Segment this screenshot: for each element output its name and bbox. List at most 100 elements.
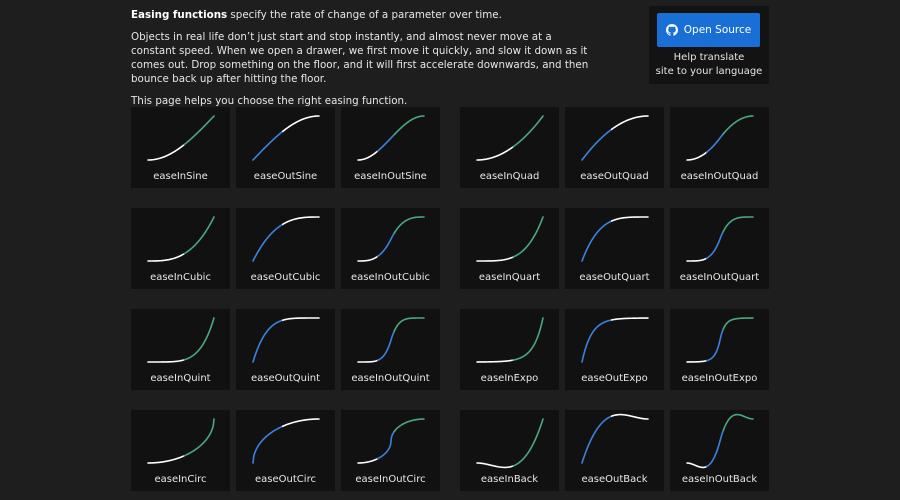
curve-segment-in xyxy=(393,418,425,433)
curve-segment-in xyxy=(183,216,215,255)
curve-segment-out xyxy=(706,328,725,362)
easing-label: easeInOutBack xyxy=(681,474,758,485)
easing-card-easeOutCirc[interactable]: easeOutCirc xyxy=(236,410,335,491)
curve-segment-main xyxy=(147,252,186,262)
easing-label: easeInOutCirc xyxy=(355,474,426,485)
curve-segment-main xyxy=(147,454,186,464)
easing-card-easeInSine[interactable]: easeInSine xyxy=(131,107,230,188)
curve-segment-main xyxy=(281,216,320,226)
curve-segment-main xyxy=(476,359,515,363)
help-translate-line2: site to your language xyxy=(655,66,763,77)
easing-card-easeInOutSine[interactable]: easeInOutSine xyxy=(341,107,440,188)
easing-card-easeInOutQuart[interactable]: easeInOutQuart xyxy=(670,208,769,289)
easing-label: easeOutQuint xyxy=(250,373,321,384)
promo-box: Open Source Help translate site to your … xyxy=(649,6,769,84)
curve-segment-main xyxy=(686,359,708,363)
easing-card-easeOutQuint[interactable]: easeOutQuint xyxy=(236,309,335,390)
curve-segment-out xyxy=(252,223,284,262)
easing-grid-left: easeInSine easeOutSine easeInOutSine easeIn… xyxy=(131,107,440,491)
curve-segment-main xyxy=(281,418,320,428)
easing-card-easeOutExpo[interactable]: easeOutExpo xyxy=(565,309,664,390)
curve-segment-in xyxy=(393,216,425,234)
curve-segment-out xyxy=(252,130,284,161)
curve-segment-in xyxy=(183,317,215,361)
easing-label: easeInCubic xyxy=(150,272,211,283)
easing-label: easeInCirc xyxy=(154,474,207,485)
easing-card-easeInBack[interactable]: easeInBack xyxy=(460,410,559,491)
curve-segment-out xyxy=(377,232,396,258)
curve-segment-in xyxy=(722,317,754,330)
curve-segment-out xyxy=(706,133,725,153)
curve-segment-out xyxy=(377,430,396,460)
curve-segment-in xyxy=(722,115,754,135)
intro-text: Easing functions specify the rate of cha… xyxy=(131,8,591,116)
curve-segment-main xyxy=(281,317,320,322)
easing-card-easeInOutQuad[interactable]: easeInOutQuad xyxy=(670,107,769,188)
curve-segment-out xyxy=(581,319,613,363)
curve-segment-main xyxy=(357,255,379,262)
easing-label: easeInOutQuad xyxy=(680,171,759,182)
curve-segment-out xyxy=(377,133,396,152)
curve-segment-in xyxy=(722,216,754,233)
help-translate-line1: Help translate xyxy=(673,52,745,63)
easing-card-easeOutBack[interactable]: easeOutBack xyxy=(565,410,664,491)
easing-card-easeInCubic[interactable]: easeInCubic xyxy=(131,208,230,289)
curve-segment-in xyxy=(183,115,215,146)
easing-label: easeInSine xyxy=(153,171,208,182)
easing-card-easeInCirc[interactable]: easeInCirc xyxy=(131,410,230,491)
curve-segment-main xyxy=(147,143,186,161)
easing-card-easeOutQuad[interactable]: easeOutQuad xyxy=(565,107,664,188)
curve-segment-out xyxy=(252,319,284,363)
easing-label: easeInQuart xyxy=(478,272,541,283)
easing-card-easeInExpo[interactable]: easeInExpo xyxy=(460,309,559,390)
easing-label: easeInExpo xyxy=(480,373,539,384)
curve-segment-in xyxy=(183,418,215,457)
easing-card-easeInQuart[interactable]: easeInQuart xyxy=(460,208,559,289)
curve-segment-main xyxy=(686,462,708,469)
easing-label: easeOutCirc xyxy=(255,474,316,485)
curve-segment-main xyxy=(476,145,515,161)
easing-label: easeOutSine xyxy=(253,171,318,182)
curve-segment-main xyxy=(281,115,320,133)
easing-card-easeInOutExpo[interactable]: easeInOutExpo xyxy=(670,309,769,390)
easing-label: easeInOutSine xyxy=(354,171,427,182)
open-source-button[interactable]: Open Source xyxy=(657,13,760,47)
curve-segment-main xyxy=(357,457,379,464)
curve-segment-main xyxy=(476,462,515,469)
easing-card-easeInOutQuint[interactable]: easeInOutQuint xyxy=(341,309,440,390)
easing-grid-right: easeInQuad easeOutQuad easeInOutQuad easeIn… xyxy=(460,107,769,491)
curve-segment-out xyxy=(706,429,725,468)
curve-segment-in xyxy=(512,115,544,148)
easing-card-easeInOutBack[interactable]: easeInOutBack xyxy=(670,410,769,491)
easing-label: easeOutCubic xyxy=(250,272,321,283)
curve-segment-in xyxy=(393,115,425,136)
easing-card-easeInQuad[interactable]: easeInQuad xyxy=(460,107,559,188)
curve-segment-main xyxy=(610,317,649,321)
curve-segment-out xyxy=(377,330,396,362)
easing-label: easeOutBack xyxy=(581,474,648,485)
curve-segment-main xyxy=(610,216,649,222)
intro-lead-bold: Easing functions xyxy=(131,9,228,21)
intro-paragraph: Objects in real life don’t just start an… xyxy=(131,31,589,85)
easing-card-easeOutCubic[interactable]: easeOutCubic xyxy=(236,208,335,289)
curve-segment-out xyxy=(581,128,613,161)
intro-lead-rest: specify the rate of change of a paramete… xyxy=(227,9,502,21)
curve-segment-out xyxy=(252,425,284,464)
curve-segment-in xyxy=(512,418,544,467)
easing-label: easeOutQuart xyxy=(579,272,650,283)
easing-card-easeInOutCubic[interactable]: easeInOutCubic xyxy=(341,208,440,289)
page: Easing functions specify the rate of cha… xyxy=(0,0,900,500)
easing-label: easeOutExpo xyxy=(581,373,648,384)
easing-card-easeOutSine[interactable]: easeOutSine xyxy=(236,107,335,188)
curve-segment-main xyxy=(476,256,515,262)
easing-card-easeInQuint[interactable]: easeInQuint xyxy=(131,309,230,390)
curve-segment-out xyxy=(581,415,613,464)
curve-segment-main xyxy=(610,115,649,131)
easing-card-easeOutQuart[interactable]: easeOutQuart xyxy=(565,208,664,289)
curve-segment-in xyxy=(722,413,754,432)
help-translate-link[interactable]: Help translate site to your language xyxy=(649,51,769,79)
curve-segment-in xyxy=(512,216,544,258)
curve-segment-main xyxy=(686,257,708,262)
easing-card-easeInOutCirc[interactable]: easeInOutCirc xyxy=(341,410,440,491)
curve-segment-main xyxy=(357,150,379,161)
